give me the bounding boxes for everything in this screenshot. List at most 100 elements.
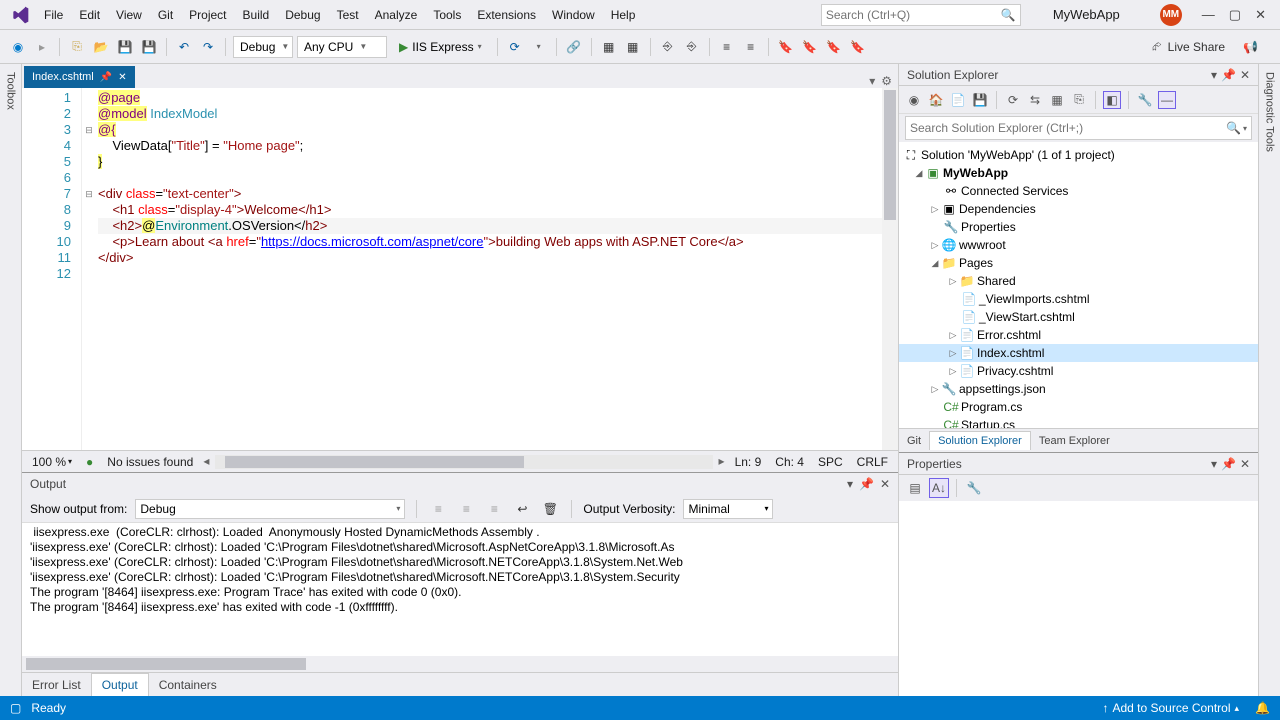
out-icon-1[interactable]: ≡ bbox=[428, 499, 448, 519]
feedback-icon[interactable]: 📢 bbox=[1243, 40, 1258, 54]
config-dropdown[interactable]: Debug▼ bbox=[233, 36, 293, 58]
save-all-icon[interactable]: 💾 bbox=[139, 37, 159, 57]
node-appsettings[interactable]: appsettings.json bbox=[959, 382, 1046, 396]
code-body[interactable]: @page @model IndexModel @{ ViewData["Tit… bbox=[96, 88, 882, 450]
source-control-button[interactable]: ↑Add to Source Control▴ bbox=[1102, 701, 1239, 715]
props-drop-icon[interactable]: ▾ bbox=[1211, 457, 1217, 471]
global-search-input[interactable] bbox=[826, 8, 1001, 22]
se-copy-icon[interactable]: ⎘ bbox=[1070, 91, 1088, 109]
solution-tree[interactable]: ⛶Solution 'MyWebApp' (1 of 1 project) ◢▣… bbox=[899, 142, 1258, 428]
status-window-icon[interactable]: ▢ bbox=[10, 701, 21, 715]
diagnostic-tools-tab[interactable]: Diagnostic Tools bbox=[1264, 72, 1276, 152]
tb-icon-5[interactable]: ≡ bbox=[717, 37, 737, 57]
node-shared[interactable]: Shared bbox=[977, 274, 1016, 288]
tb-icon-9[interactable]: 🔖 bbox=[848, 37, 868, 57]
platform-dropdown[interactable]: Any CPU▼ bbox=[297, 36, 387, 58]
expand-icon[interactable]: ◢ bbox=[929, 258, 941, 269]
editor-tab-index[interactable]: Index.cshtml 📌 ✕ bbox=[24, 66, 135, 88]
node-privacy[interactable]: Privacy.cshtml bbox=[977, 364, 1053, 378]
nav-fwd-icon[interactable]: ▸ bbox=[32, 37, 52, 57]
se-pin-icon[interactable]: 📌 bbox=[1221, 68, 1236, 82]
tabs-dropdown-icon[interactable]: ▾ bbox=[869, 74, 875, 88]
node-wwwroot[interactable]: wwwroot bbox=[959, 238, 1006, 252]
se-close-icon[interactable]: ✕ bbox=[1240, 68, 1250, 82]
tb-icon-6[interactable]: ≡ bbox=[741, 37, 761, 57]
redo-icon[interactable]: ↷ bbox=[198, 37, 218, 57]
editor-hscroll[interactable]: ◂▸ bbox=[215, 455, 712, 469]
se-save-icon[interactable]: 💾 bbox=[971, 91, 989, 109]
tb-icon-1[interactable]: ▦ bbox=[599, 37, 619, 57]
menu-view[interactable]: View bbox=[108, 4, 150, 26]
se-collapse-icon[interactable]: ⇆ bbox=[1026, 91, 1044, 109]
solution-root[interactable]: Solution 'MyWebApp' (1 of 1 project) bbox=[921, 148, 1115, 162]
output-pin-icon[interactable]: 📌 bbox=[859, 477, 874, 491]
node-viewstart[interactable]: _ViewStart.cshtml bbox=[979, 310, 1075, 324]
bookmark-icon[interactable]: 🔖 bbox=[776, 37, 796, 57]
notifications-icon[interactable]: 🔔 bbox=[1255, 701, 1270, 715]
expand-icon[interactable]: ▷ bbox=[929, 204, 941, 215]
props-close-icon[interactable]: ✕ bbox=[1240, 457, 1250, 471]
tb-icon-2[interactable]: ▦ bbox=[623, 37, 643, 57]
run-button[interactable]: ▶ IIS Express ▾ bbox=[391, 36, 490, 58]
menu-analyze[interactable]: Analyze bbox=[367, 4, 426, 26]
node-connected[interactable]: Connected Services bbox=[961, 184, 1068, 198]
se-back-icon[interactable]: ◉ bbox=[905, 91, 923, 109]
expand-icon[interactable]: ▷ bbox=[929, 240, 941, 251]
expand-icon[interactable]: ◢ bbox=[913, 168, 925, 179]
props-pages-icon[interactable]: 🔧 bbox=[964, 478, 984, 498]
open-icon[interactable]: 📂 bbox=[91, 37, 111, 57]
node-pages[interactable]: Pages bbox=[959, 256, 993, 270]
expand-icon[interactable]: ▷ bbox=[947, 348, 959, 359]
node-program[interactable]: Program.cs bbox=[961, 400, 1022, 414]
node-viewimports[interactable]: _ViewImports.cshtml bbox=[979, 292, 1089, 306]
se-preview-icon[interactable]: ◧ bbox=[1103, 91, 1121, 109]
tab-output[interactable]: Output bbox=[91, 673, 149, 696]
tab-solution-explorer[interactable]: Solution Explorer bbox=[929, 431, 1031, 450]
properties-grid[interactable] bbox=[899, 501, 1258, 696]
menu-help[interactable]: Help bbox=[603, 4, 644, 26]
refresh-icon[interactable]: ⟳ bbox=[505, 37, 525, 57]
tab-close-icon[interactable]: ✕ bbox=[118, 72, 126, 83]
menu-window[interactable]: Window bbox=[544, 4, 603, 26]
tab-git[interactable]: Git bbox=[899, 432, 929, 450]
user-avatar[interactable]: MM bbox=[1160, 4, 1182, 26]
project-node[interactable]: MyWebApp bbox=[943, 166, 1008, 180]
se-refresh-icon[interactable]: ⟳ bbox=[1004, 91, 1022, 109]
output-from-dropdown[interactable]: Debug▾ bbox=[135, 499, 405, 519]
output-close-icon[interactable]: ✕ bbox=[880, 477, 890, 491]
eol-mode[interactable]: CRLF bbox=[857, 455, 888, 469]
solution-search-input[interactable] bbox=[910, 121, 1226, 135]
output-text[interactable]: iisexpress.exe (CoreCLR: clrhost): Loade… bbox=[22, 523, 898, 656]
se-drop-icon[interactable]: ▾ bbox=[1211, 68, 1217, 82]
tab-team-explorer[interactable]: Team Explorer bbox=[1031, 432, 1118, 450]
props-az-icon[interactable]: A↓ bbox=[929, 478, 949, 498]
menu-git[interactable]: Git bbox=[150, 4, 181, 26]
menu-tools[interactable]: Tools bbox=[425, 4, 469, 26]
se-sync-icon[interactable]: 📄 bbox=[949, 91, 967, 109]
tabs-settings-icon[interactable]: ⚙ bbox=[881, 74, 892, 88]
node-deps[interactable]: Dependencies bbox=[959, 202, 1036, 216]
indent-mode[interactable]: SPC bbox=[818, 455, 843, 469]
pin-icon[interactable]: 📌 bbox=[100, 72, 112, 83]
menu-extensions[interactable]: Extensions bbox=[469, 4, 544, 26]
editor-vscroll[interactable] bbox=[882, 88, 898, 450]
refresh-drop-icon[interactable]: ▾ bbox=[529, 37, 549, 57]
tb-icon-8[interactable]: 🔖 bbox=[824, 37, 844, 57]
undo-icon[interactable]: ↶ bbox=[174, 37, 194, 57]
close-button[interactable]: ✕ bbox=[1255, 7, 1266, 23]
output-drop-icon[interactable]: ▾ bbox=[847, 477, 853, 491]
toolbox-tab[interactable]: Toolbox bbox=[5, 72, 17, 110]
props-cat-icon[interactable]: ▤ bbox=[905, 478, 925, 498]
code-editor[interactable]: 123456789101112 ⊟⊟ @page @model IndexMod… bbox=[22, 88, 898, 450]
menu-project[interactable]: Project bbox=[181, 4, 234, 26]
tb-icon-3[interactable]: ⎆ bbox=[658, 37, 678, 57]
minimize-button[interactable]: ― bbox=[1202, 7, 1215, 23]
browser-link-icon[interactable]: 🔗 bbox=[564, 37, 584, 57]
expand-icon[interactable]: ▷ bbox=[929, 384, 941, 395]
tab-error-list[interactable]: Error List bbox=[22, 674, 91, 696]
tb-icon-4[interactable]: ⎆ bbox=[682, 37, 702, 57]
menu-test[interactable]: Test bbox=[329, 4, 367, 26]
node-startup[interactable]: Startup.cs bbox=[961, 418, 1015, 428]
clear-icon[interactable]: 🗑 bbox=[540, 499, 560, 519]
se-home-icon[interactable]: 🏠 bbox=[927, 91, 945, 109]
